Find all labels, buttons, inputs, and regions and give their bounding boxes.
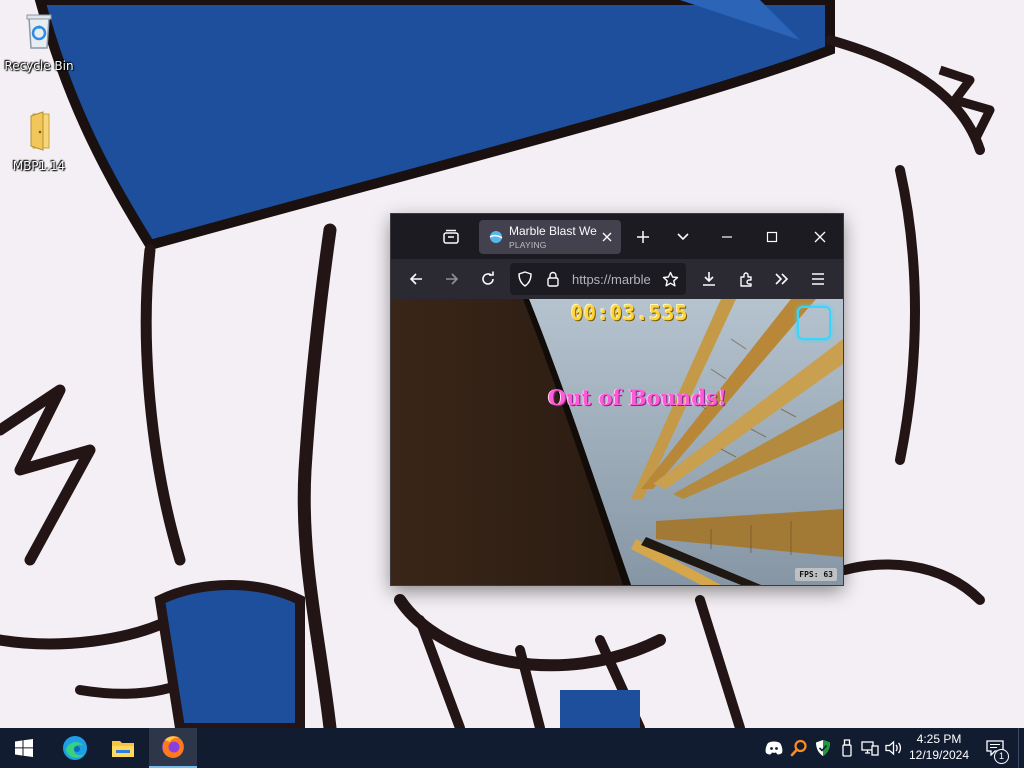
marble-icon (489, 231, 503, 243)
tab-bar: Marble Blast Web PLAYING (391, 214, 843, 259)
clock-date: 12/19/2024 (908, 748, 970, 762)
tab-title: Marble Blast Web (509, 224, 597, 238)
downloads-button[interactable] (693, 263, 725, 295)
desktop-icon-label: MBP1.14 (12, 159, 66, 173)
firefox-window: Marble Blast Web PLAYING https://marble … (391, 214, 843, 585)
site-info-button[interactable] (546, 271, 560, 292)
new-tab-button[interactable] (629, 214, 657, 259)
bookmark-button[interactable] (654, 263, 686, 295)
forward-icon (446, 273, 459, 285)
show-desktop-button[interactable] (1018, 728, 1024, 768)
volume-icon (885, 740, 902, 756)
powerup-slot (797, 306, 831, 340)
network-icon (861, 741, 879, 756)
game-timer: 00:03.535 (571, 301, 689, 325)
taskbar-clock[interactable]: 4:25 PM 12/19/2024 (908, 731, 970, 763)
windows-start-icon (15, 739, 33, 757)
notification-count-badge: 1 (994, 749, 1009, 764)
tray-usb[interactable] (837, 738, 857, 758)
forward-button[interactable] (436, 263, 468, 295)
recycle-bin-icon (26, 14, 52, 49)
notification-center-button[interactable]: 1 (978, 728, 1012, 768)
discord-icon (765, 741, 783, 755)
tray-network[interactable] (860, 738, 880, 758)
maximize-icon (766, 231, 778, 242)
search-tray-icon (790, 739, 807, 757)
tray-search[interactable] (789, 738, 809, 758)
usb-icon (842, 739, 852, 757)
edge-icon (63, 736, 87, 760)
game-scene (391, 299, 843, 585)
list-all-tabs-button[interactable] (669, 214, 697, 259)
tray-discord[interactable] (764, 738, 784, 758)
app-menu-button[interactable] (802, 263, 834, 295)
window-close-button[interactable] (797, 214, 843, 259)
back-button[interactable] (400, 263, 432, 295)
minimize-button[interactable] (705, 214, 749, 259)
firefox-view-icon (443, 229, 459, 244)
taskbar-edge[interactable] (52, 728, 98, 768)
close-icon (602, 232, 612, 242)
tab-marble-blast[interactable]: Marble Blast Web PLAYING (479, 220, 621, 254)
reload-icon (482, 271, 494, 285)
taskbar-file-explorer[interactable] (100, 728, 146, 768)
tab-playing-label: PLAYING (509, 240, 547, 250)
desktop-icon-recycle-bin[interactable]: Recycle Bin (2, 8, 76, 73)
maximize-button[interactable] (750, 214, 794, 259)
taskbar-firefox[interactable] (149, 728, 197, 768)
lock-icon (547, 271, 559, 287)
shield-icon (518, 271, 532, 287)
desktop-icon-mbp-folder[interactable]: MBP1.14 (2, 108, 76, 173)
back-icon (409, 273, 422, 285)
out-of-bounds-message: Out of Bounds! (548, 385, 727, 410)
close-icon (814, 231, 826, 242)
overflow-icon (775, 273, 789, 285)
firefox-view-button[interactable] (435, 214, 467, 259)
tracking-protection-button[interactable] (518, 271, 532, 292)
overflow-menu-button[interactable] (766, 263, 798, 295)
extensions-icon (739, 271, 752, 287)
clock-time: 4:25 PM (916, 732, 962, 746)
navigation-toolbar: https://marble (391, 259, 843, 299)
tray-volume[interactable] (884, 738, 904, 758)
fps-counter: FPS: 63 (795, 568, 837, 581)
minimize-icon (722, 235, 732, 238)
url-text[interactable]: https://marble (572, 272, 652, 287)
reload-button[interactable] (472, 263, 504, 295)
chevron-down-icon (677, 232, 689, 240)
bookmark-star-icon (662, 271, 678, 286)
extensions-button[interactable] (730, 263, 762, 295)
tab-close-button[interactable] (599, 229, 615, 245)
game-canvas[interactable]: 00:03.535 Out of Bounds! FPS: 63 (391, 299, 843, 585)
start-button[interactable] (0, 728, 48, 768)
firefox-icon (162, 736, 184, 758)
desktop-icon-label: Recycle Bin (4, 59, 74, 73)
menu-icon (812, 273, 824, 285)
folder-icon (30, 111, 50, 151)
tray-defender[interactable] (813, 738, 833, 758)
file-explorer-icon (112, 741, 134, 757)
download-icon (703, 272, 715, 286)
defender-icon (816, 740, 830, 756)
plus-icon (637, 230, 649, 243)
taskbar: 4:25 PM 12/19/2024 1 (0, 728, 1024, 768)
